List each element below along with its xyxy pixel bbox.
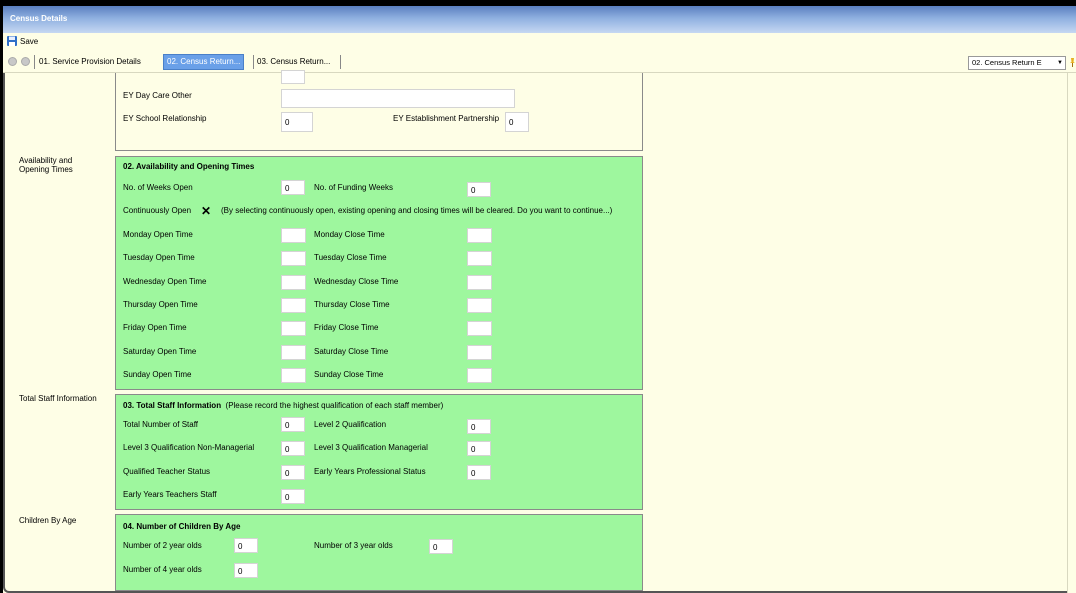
children-title: 04. Number of Children By Age	[123, 522, 241, 531]
day-open-time-label: Sunday Open Time	[123, 369, 192, 379]
eyts-input[interactable]: 0	[281, 489, 305, 504]
day-close-time-input[interactable]	[467, 297, 492, 313]
level3-nm-input[interactable]: 0	[281, 441, 305, 456]
level2-input[interactable]: 0	[467, 419, 491, 434]
availability-panel: 02. Availability and Opening Times No. o…	[115, 156, 643, 390]
day-open-time-input[interactable]	[281, 251, 306, 267]
continuously-open-label: Continuously Open	[123, 206, 192, 215]
two-year-olds-label: Number of 2 year olds	[123, 541, 202, 550]
day-open-time-label: Friday Open Time	[123, 323, 187, 333]
weeks-open-label: No. of Weeks Open	[123, 183, 193, 192]
save-button[interactable]: Save	[7, 36, 38, 46]
toolbar: Save	[3, 33, 1076, 51]
two-year-olds-input[interactable]: 0	[234, 538, 258, 553]
total-staff-label: Total Number of Staff	[123, 420, 198, 429]
ey-school-relationship-input[interactable]: 0	[281, 112, 313, 132]
funding-weeks-input[interactable]: 0	[467, 182, 491, 197]
day-close-time-label: Tuesday Close Time	[314, 253, 387, 263]
scrollbar-edge[interactable]	[1067, 73, 1076, 593]
day-open-time-label: Monday Open Time	[123, 230, 193, 239]
chevron-down-icon: ▼	[1057, 60, 1063, 66]
day-open-time-input[interactable]	[281, 344, 306, 360]
availability-title: 02. Availability and Opening Times	[123, 162, 255, 171]
weeks-open-input[interactable]: 0	[281, 180, 305, 195]
form-content: EY Day Care Other EY School Relationship…	[3, 70, 1067, 593]
ey-details-panel: EY Day Care Other EY School Relationship…	[115, 70, 643, 151]
day-open-time-label: Saturday Open Time	[123, 346, 197, 356]
floppy-disk-icon	[7, 36, 17, 46]
day-open-time-label: Thursday Open Time	[123, 299, 198, 309]
day-open-time-input[interactable]	[281, 297, 306, 313]
day-close-time-input[interactable]	[467, 344, 492, 360]
day-close-time-label: Thursday Close Time	[314, 299, 390, 309]
day-close-time-input[interactable]	[467, 228, 492, 243]
three-year-olds-label: Number of 3 year olds	[314, 541, 393, 550]
tab-select-value: 02. Census Return E	[972, 58, 1042, 67]
back-arrow-icon[interactable]	[8, 57, 17, 66]
day-close-time-label: Monday Close Time	[314, 230, 385, 239]
staff-title-text: 03. Total Staff Information	[123, 401, 222, 410]
eyps-input[interactable]: 0	[467, 465, 491, 480]
level3-m-label: Level 3 Qualification Managerial	[314, 443, 428, 452]
ey-day-care-other-input[interactable]	[281, 89, 515, 108]
four-year-olds-label: Number of 4 year olds	[123, 565, 202, 574]
level3-m-input[interactable]: 0	[467, 441, 491, 456]
day-close-time-input[interactable]	[467, 274, 492, 290]
tab-separator	[340, 55, 341, 69]
day-close-time-label: Saturday Close Time	[314, 346, 389, 356]
section-label-availability: Availability and Opening Times	[19, 156, 91, 174]
ey-establishment-partnership-input[interactable]: 0	[505, 112, 529, 132]
ey-partial-field[interactable]	[281, 70, 305, 84]
tab-census-return-active[interactable]: 02. Census Return...	[163, 54, 245, 70]
day-close-time-input[interactable]	[467, 321, 492, 337]
ey-school-relationship-label: EY School Relationship	[123, 114, 207, 123]
day-close-time-label: Friday Close Time	[314, 323, 379, 333]
staff-panel: 03. Total Staff Information (Please reco…	[115, 394, 643, 510]
day-close-time-input[interactable]	[467, 251, 492, 267]
staff-title: 03. Total Staff Information (Please reco…	[123, 401, 443, 410]
ey-establishment-partnership-label: EY Establishment Partnership	[393, 114, 500, 123]
section-label-staff: Total Staff Information	[19, 394, 97, 403]
total-staff-input[interactable]: 0	[281, 417, 305, 432]
day-open-time-input[interactable]	[281, 228, 306, 243]
pin-icon[interactable]	[1069, 58, 1076, 67]
tab-select-dropdown[interactable]: 02. Census Return E ▼	[968, 56, 1066, 70]
day-open-time-label: Wednesday Open Time	[123, 276, 207, 286]
qts-input[interactable]: 0	[281, 465, 305, 480]
title-bar: Census Details	[3, 6, 1076, 33]
continuously-open-note: (By selecting continuously open, existin…	[221, 206, 613, 215]
day-open-time-label: Tuesday Open Time	[123, 253, 195, 263]
funding-weeks-label: No. of Funding Weeks	[314, 183, 394, 192]
census-details-window: Census Details Save 01. Service Provisio…	[3, 6, 1076, 593]
continuously-open-checkbox[interactable]: ✕	[200, 205, 212, 217]
day-close-time-input[interactable]	[467, 367, 492, 383]
day-open-time-input[interactable]	[281, 321, 306, 337]
section-label-availability-text: Availability and Opening Times	[19, 156, 73, 174]
day-close-time-label: Wednesday Close Time	[314, 276, 399, 286]
forward-arrow-icon[interactable]	[21, 57, 30, 66]
window-title: Census Details	[10, 14, 68, 23]
tab-separator	[34, 55, 35, 69]
qts-label: Qualified Teacher Status	[123, 467, 211, 476]
level2-label: Level 2 Qualification	[314, 420, 387, 429]
section-label-children: Children By Age	[19, 516, 77, 525]
eyts-label: Early Years Teachers Staff	[123, 490, 217, 499]
day-open-time-input[interactable]	[281, 367, 306, 383]
day-open-time-input[interactable]	[281, 274, 306, 290]
four-year-olds-input[interactable]: 0	[234, 563, 258, 578]
save-label: Save	[20, 36, 39, 46]
day-close-time-label: Sunday Close Time	[314, 369, 384, 379]
ey-day-care-other-label: EY Day Care Other	[123, 91, 192, 100]
level3-nm-label: Level 3 Qualification Non-Managerial	[123, 443, 255, 452]
tab-census-return-3[interactable]: 03. Census Return...	[254, 54, 333, 70]
tab-service-provision-details[interactable]: 01. Service Provision Details	[36, 54, 144, 70]
tab-bar: 01. Service Provision Details 02. Census…	[3, 51, 1076, 73]
eyps-label: Early Years Professional Status	[314, 467, 426, 476]
staff-title-note: (Please record the highest qualification…	[225, 401, 444, 410]
three-year-olds-input[interactable]: 0	[429, 539, 453, 554]
children-panel: 04. Number of Children By Age Number of …	[115, 514, 643, 591]
